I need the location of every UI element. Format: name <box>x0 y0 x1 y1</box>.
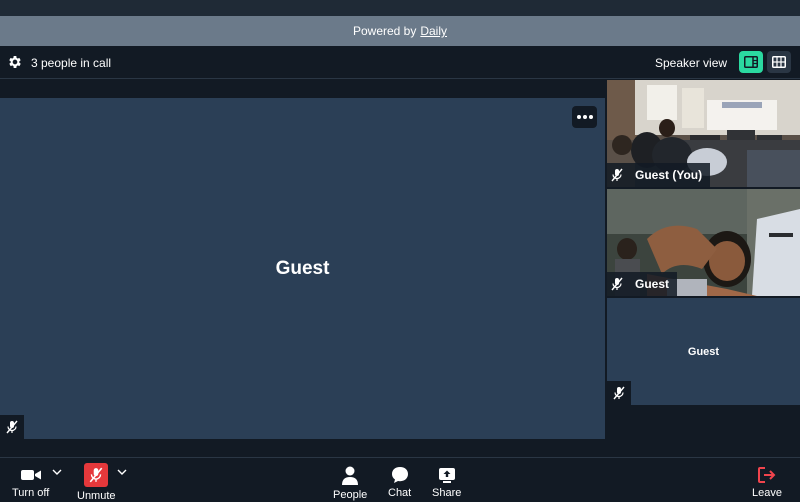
call-toolbar: Turn off Unmute People Chat Share Leave <box>0 457 800 502</box>
leave-icon <box>757 467 776 483</box>
mic-label: Unmute <box>77 490 116 502</box>
participant-name: Guest (You) <box>635 168 703 182</box>
participant-name: Guest <box>687 345 720 358</box>
chat-icon <box>391 467 408 483</box>
more-dot-icon <box>576 115 581 119</box>
speaker-layout-icon <box>744 56 758 68</box>
speaker-view-button[interactable] <box>739 51 763 73</box>
camera-label: Turn off <box>12 487 50 499</box>
share-label: Share <box>432 487 462 499</box>
chat-button[interactable]: Chat <box>388 466 411 499</box>
mic-off-icon <box>613 386 625 400</box>
more-dot-icon <box>582 115 587 119</box>
daily-link[interactable]: Daily <box>420 24 447 38</box>
people-label: People <box>333 489 368 501</box>
speaker-view-label: Speaker view <box>655 56 728 70</box>
muted-mic-badge <box>0 415 24 439</box>
leave-button[interactable]: Leave <box>752 466 782 499</box>
banner-prefix: Powered by <box>352 24 417 38</box>
call-header: 3 people in call Speaker view <box>0 46 800 79</box>
gear-icon[interactable] <box>7 54 23 70</box>
participant-label: Guest <box>607 272 678 296</box>
mic-off-icon <box>611 277 623 291</box>
top-strip <box>0 0 800 16</box>
more-dot-icon <box>588 115 593 119</box>
camera-icon <box>20 470 41 480</box>
mic-off-icon <box>611 168 623 182</box>
people-count: 3 people in call <box>31 56 112 70</box>
powered-by-banner: Powered by Daily <box>0 16 800 46</box>
camera-button[interactable]: Turn off <box>12 466 49 499</box>
share-screen-icon <box>438 468 455 483</box>
mic-off-tile <box>84 463 109 487</box>
participant-tile-guest-2[interactable]: Guest <box>607 298 800 405</box>
stage-spacer <box>0 80 605 98</box>
main-tile-name: Guest <box>275 257 330 279</box>
chevron-down-icon[interactable] <box>52 468 62 476</box>
grid-view-button[interactable] <box>767 51 791 73</box>
participant-tile-guest[interactable]: Guest <box>607 189 800 296</box>
share-button[interactable]: Share <box>432 466 461 499</box>
mic-off-icon <box>6 420 18 434</box>
grid-icon <box>772 56 786 68</box>
muted-mic-badge <box>607 381 631 405</box>
leave-label: Leave <box>752 487 782 499</box>
person-icon <box>342 466 359 485</box>
chat-label: Chat <box>388 487 412 499</box>
people-button[interactable]: People <box>333 466 367 501</box>
main-video-tile[interactable]: Guest <box>0 98 605 439</box>
chevron-down-icon[interactable] <box>117 468 127 476</box>
mic-button[interactable]: Unmute <box>77 463 116 502</box>
participant-tile-you[interactable]: Guest (You) <box>607 80 800 187</box>
more-options-button[interactable] <box>572 106 597 128</box>
participant-label: Guest (You) <box>607 163 711 187</box>
mic-off-icon <box>89 467 103 483</box>
participant-name: Guest <box>635 277 670 291</box>
